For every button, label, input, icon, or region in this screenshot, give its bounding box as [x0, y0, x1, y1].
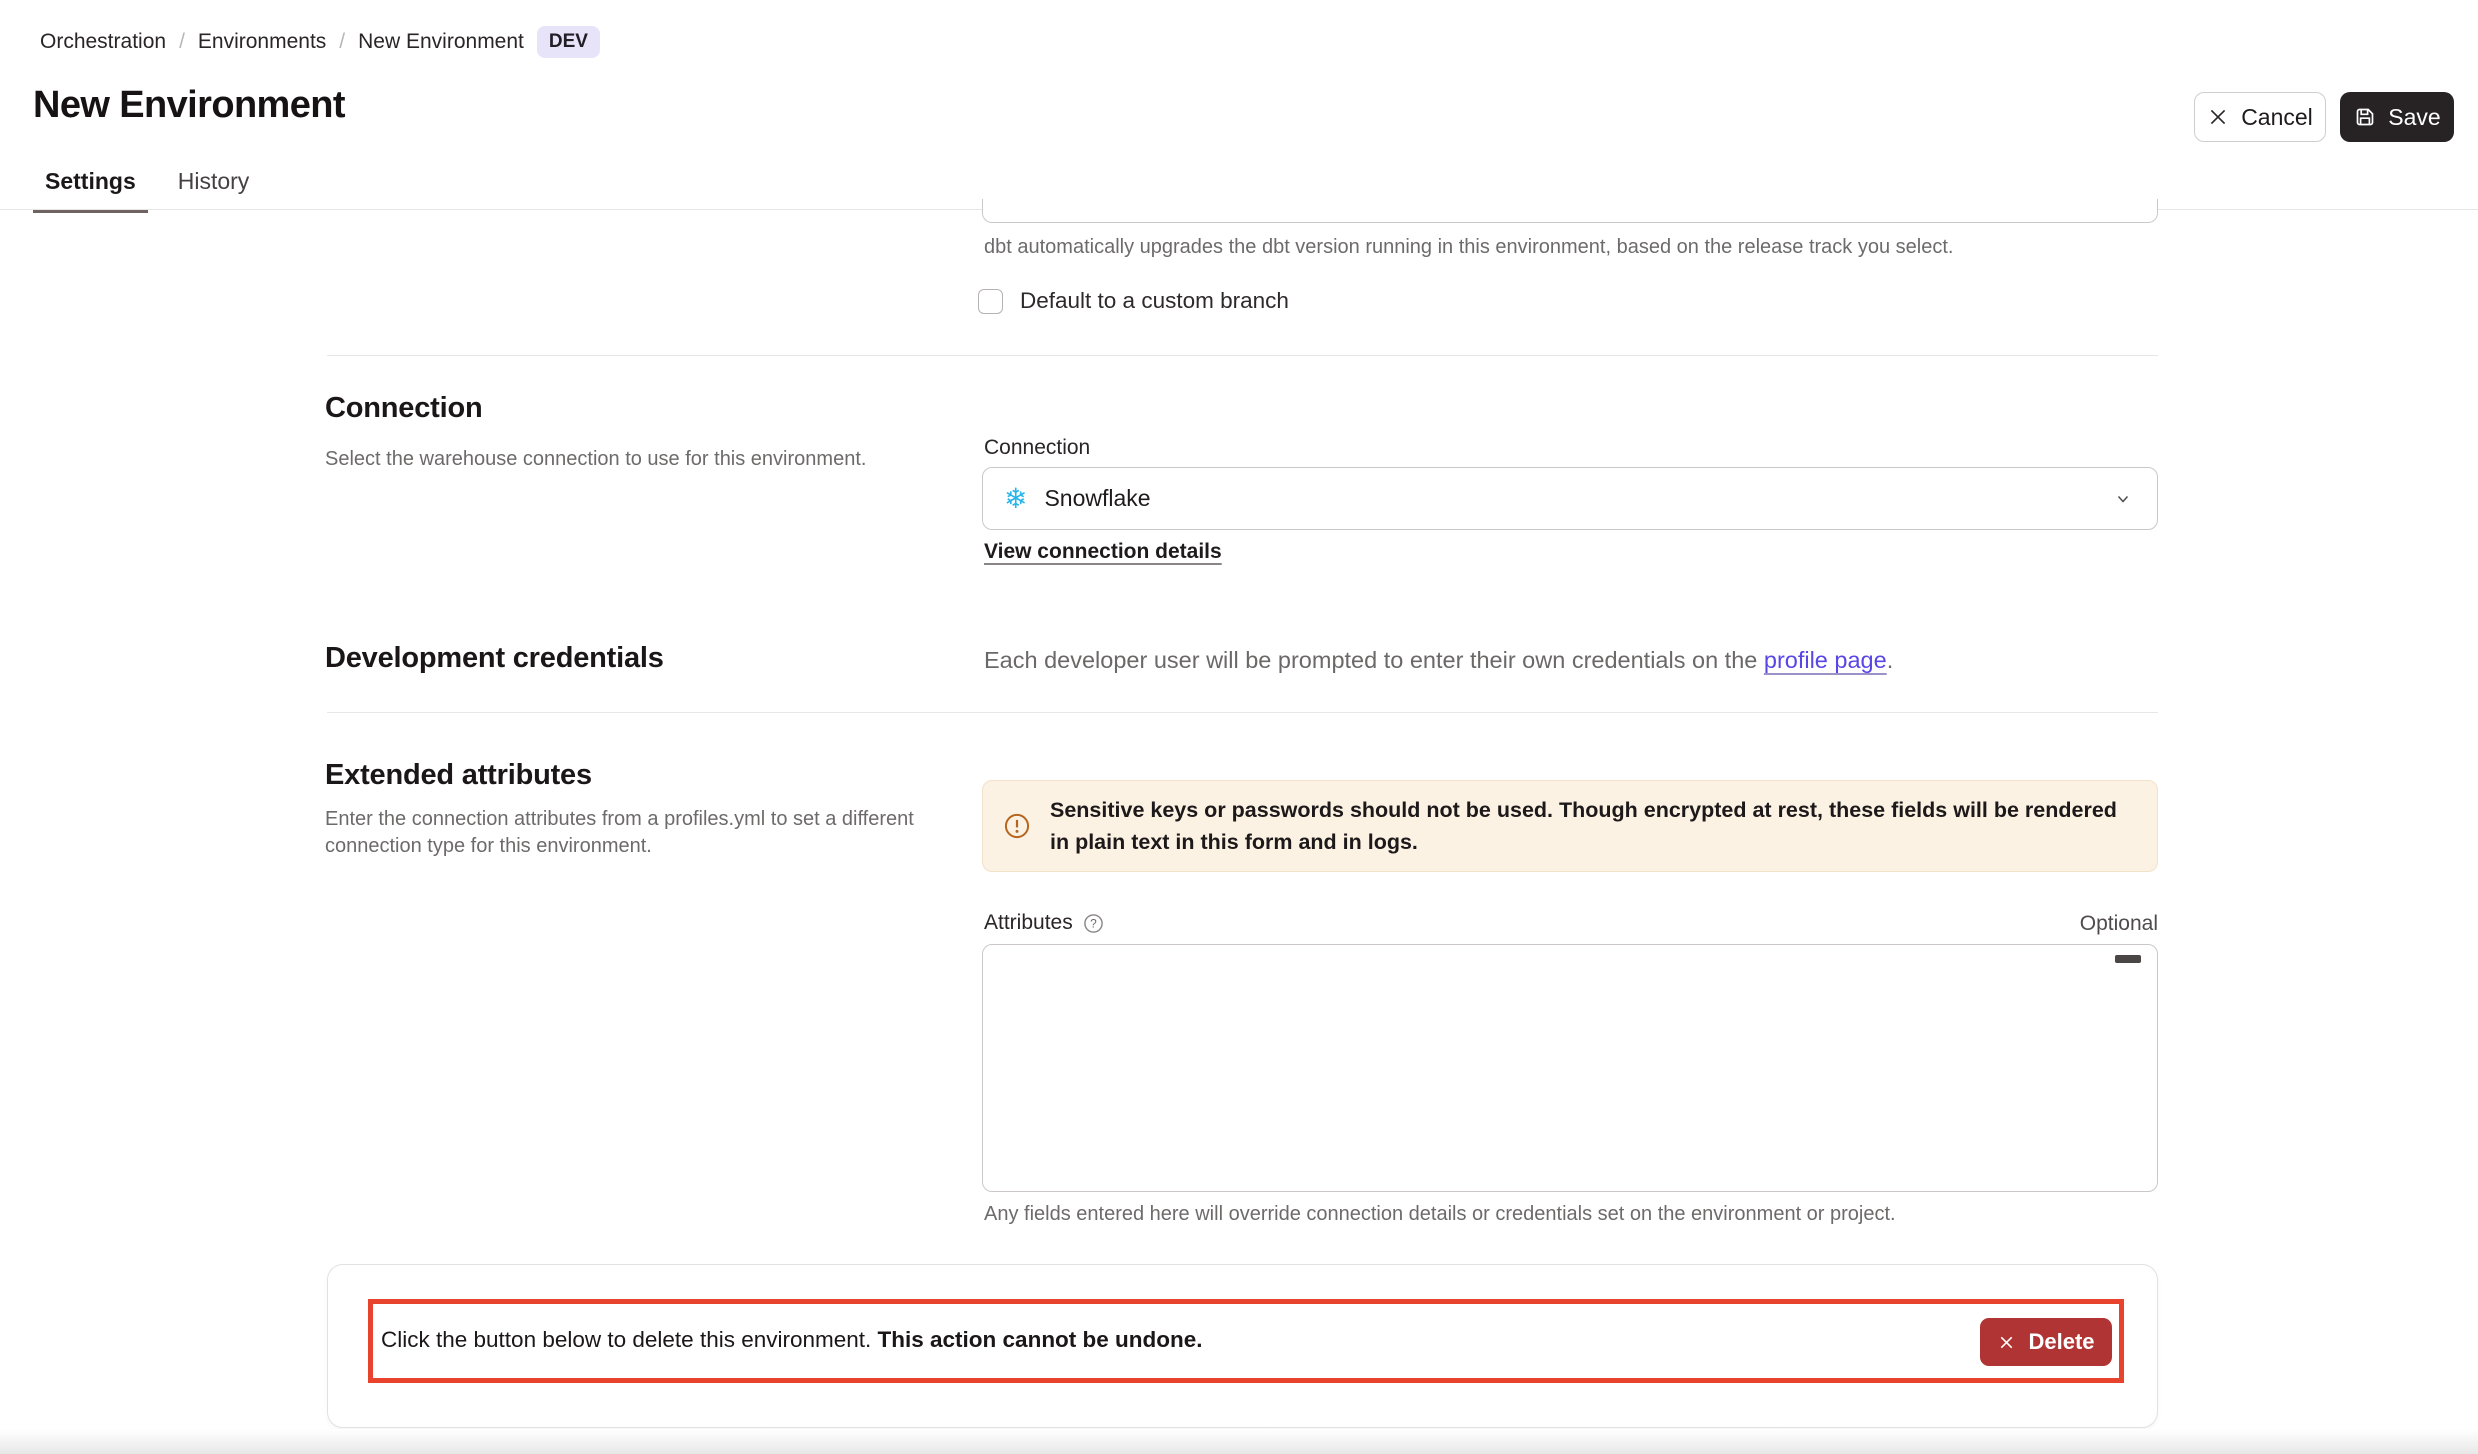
- development-credentials-text: Each developer user will be prompted to …: [984, 647, 1893, 674]
- breadcrumb-separator: /: [339, 30, 345, 54]
- attributes-helper-text: Any fields entered here will override co…: [984, 1203, 1896, 1226]
- breadcrumb: Orchestration / Environments / New Envir…: [40, 26, 600, 58]
- release-track-select-partial[interactable]: [982, 199, 2158, 223]
- chevron-down-icon: [2113, 489, 2133, 509]
- connection-select-value: Snowflake: [1044, 485, 2096, 512]
- save-button[interactable]: Save: [2340, 92, 2454, 142]
- delete-button-label: Delete: [2028, 1329, 2094, 1355]
- extended-attributes-section-description: Enter the connection attributes from a p…: [325, 806, 955, 860]
- sensitive-keys-warning-banner: Sensitive keys or passwords should not b…: [982, 780, 2158, 872]
- delete-button[interactable]: Delete: [1980, 1318, 2112, 1366]
- delete-message-bold: This action cannot be undone.: [878, 1327, 1203, 1352]
- section-divider: [327, 355, 2158, 356]
- custom-branch-label: Default to a custom branch: [1020, 288, 1289, 314]
- connection-section-title: Connection: [325, 392, 483, 425]
- cancel-button-label: Cancel: [2241, 104, 2313, 131]
- delete-message-normal: Click the button below to delete this en…: [381, 1327, 878, 1352]
- help-circle-icon[interactable]: ?: [1083, 913, 1104, 934]
- sensitive-keys-warning-text: Sensitive keys or passwords should not b…: [1050, 794, 2131, 858]
- environment-settings-page: Orchestration / Environments / New Envir…: [0, 0, 2478, 1454]
- breadcrumb-separator: /: [179, 30, 185, 54]
- environment-type-badge: DEV: [537, 26, 600, 58]
- page-bottom-fade: [0, 1429, 2478, 1454]
- attributes-editor: [982, 944, 2158, 1192]
- floppy-disk-icon: [2353, 105, 2377, 129]
- connection-section-description: Select the warehouse connection to use f…: [325, 446, 866, 473]
- release-track-helper-text: dbt automatically upgrades the dbt versi…: [984, 236, 1953, 259]
- connection-field-label: Connection: [984, 436, 1090, 460]
- section-divider: [327, 712, 2158, 713]
- breadcrumb-environments[interactable]: Environments: [198, 30, 326, 54]
- page-title: New Environment: [33, 84, 345, 127]
- x-icon: [2207, 106, 2229, 128]
- attributes-label-row: Attributes ?: [984, 911, 1104, 935]
- tab-bar: Settings History: [33, 168, 261, 213]
- connection-select[interactable]: ❄ Snowflake: [982, 467, 2158, 530]
- alert-circle-icon: [1003, 812, 1031, 840]
- snowflake-icon: ❄: [1004, 485, 1027, 513]
- attributes-textarea[interactable]: [982, 944, 2158, 1192]
- breadcrumb-orchestration[interactable]: Orchestration: [40, 30, 166, 54]
- extended-attributes-section-title: Extended attributes: [325, 759, 592, 792]
- optional-label: Optional: [2068, 912, 2158, 936]
- profile-page-link[interactable]: profile page: [1764, 647, 1887, 673]
- development-credentials-text-before: Each developer user will be prompted to …: [984, 647, 1764, 673]
- minus-icon[interactable]: [2115, 955, 2141, 963]
- breadcrumb-new-environment[interactable]: New Environment: [358, 30, 524, 54]
- custom-branch-checkbox[interactable]: [978, 289, 1003, 314]
- development-credentials-text-after: .: [1887, 647, 1894, 673]
- svg-text:?: ?: [1090, 916, 1097, 930]
- view-connection-details-link[interactable]: View connection details: [984, 540, 1222, 564]
- cancel-button[interactable]: Cancel: [2194, 92, 2326, 142]
- tab-settings[interactable]: Settings: [33, 168, 148, 213]
- tab-history[interactable]: History: [166, 168, 262, 213]
- delete-environment-message: Click the button below to delete this en…: [381, 1327, 1203, 1353]
- attributes-field-label: Attributes: [984, 911, 1073, 935]
- custom-branch-row: Default to a custom branch: [978, 288, 1289, 314]
- development-credentials-section-title: Development credentials: [325, 642, 664, 675]
- save-button-label: Save: [2388, 104, 2440, 131]
- x-icon: [1997, 1333, 2016, 1352]
